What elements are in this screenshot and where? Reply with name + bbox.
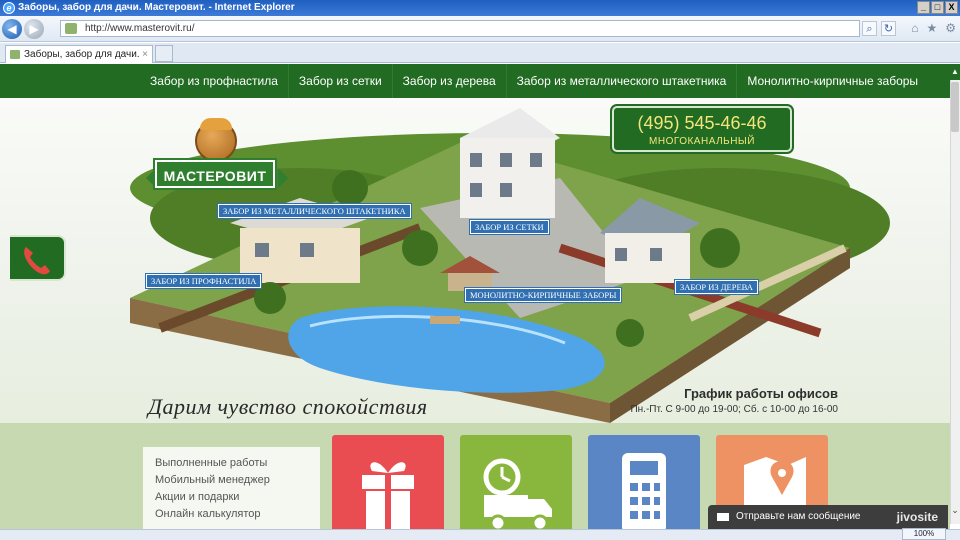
window-titlebar: e Заборы, забор для дачи. Мастеровит. - … (0, 0, 960, 16)
side-menu-item-calculator[interactable]: Онлайн калькулятор (155, 506, 320, 523)
scroll-down-chevron-icon[interactable]: ⌄ (950, 505, 960, 521)
delivery-truck-icon (483, 458, 552, 532)
address-tools: ⌕ ↻ (862, 21, 896, 36)
tag-metal-fence[interactable]: ЗАБОР ИЗ МЕТАЛЛИЧЕСКОГО ШТАКЕТНИКА (218, 204, 411, 218)
side-menu-item-works[interactable]: Выполненные работы (155, 455, 320, 472)
tag-profnastil-fence[interactable]: ЗАБОР ИЗ ПРОФНАСТИЛА (146, 274, 262, 288)
tile-delivery[interactable] (460, 435, 572, 540)
tree (332, 170, 368, 206)
tab-active[interactable]: Заборы, забор для дачи. М... × (5, 45, 153, 77)
tag-brick-fence[interactable]: МОНОЛИТНО-КИРПИЧНЫЕ ЗАБОРЫ (465, 288, 622, 302)
tree (700, 228, 740, 268)
tile-promotions[interactable] (332, 435, 444, 540)
phone-banner[interactable]: (495) 545-46-46 МНОГОКАНАЛЬНЫЙ (612, 106, 792, 152)
settings-gear-icon[interactable]: ⚙ (945, 21, 956, 35)
tag-wood-fence[interactable]: ЗАБОР ИЗ ДЕРЕВА (675, 280, 758, 294)
maximize-button[interactable]: □ (931, 1, 944, 14)
phone-handset-icon (24, 247, 50, 275)
favorites-star-icon[interactable]: ★ (926, 21, 937, 35)
tab-close-icon[interactable]: × (142, 46, 148, 63)
status-bar (0, 529, 960, 540)
tab-favicon-icon (10, 50, 20, 59)
tab-bar: Заборы, забор для дачи. М... × (0, 43, 960, 77)
site-logo[interactable]: МАСТЕРОВИТ (155, 160, 275, 188)
nav-link-profnastil[interactable]: Забор из профнастила (140, 64, 289, 98)
window-controls: _ □ X (917, 1, 958, 14)
nav-link-metal[interactable]: Забор из металлического штакетника (507, 64, 738, 98)
side-menu-item-mobile-manager[interactable]: Мобильный менеджер (155, 472, 320, 489)
scroll-thumb[interactable] (951, 82, 959, 132)
minimize-button[interactable]: _ (917, 1, 930, 14)
office-hours-title: График работы офисов (684, 386, 838, 401)
nav-link-brick[interactable]: Монолитно-кирпичные заборы (737, 64, 928, 98)
nav-link-wood[interactable]: Забор из дерева (393, 64, 507, 98)
chat-brand: jivosite (896, 510, 938, 524)
address-url: http://www.masterovit.ru/ (85, 23, 195, 34)
site-main-nav: Забор из профнастила Забор из сетки Забо… (0, 64, 950, 98)
mascot-cap (200, 118, 232, 130)
side-menu-item-promotions[interactable]: Акции и подарки (155, 489, 320, 506)
tile-calculator[interactable] (588, 435, 700, 540)
tree (616, 319, 644, 347)
chat-widget-bar[interactable]: Отправьте нам сообщение jivosite (708, 505, 948, 529)
scroll-up-chevron-icon[interactable]: ▲ (950, 64, 960, 80)
refresh-icon[interactable]: ↻ (881, 21, 896, 36)
house-center (460, 108, 560, 218)
chat-label: Отправьте нам сообщение (736, 511, 861, 522)
mail-icon (717, 513, 729, 521)
browser-toolbar-icons: ⌂ ★ ⚙ (911, 21, 956, 35)
slogan: Дарим чувство спокойствия (148, 394, 428, 419)
home-icon[interactable]: ⌂ (911, 21, 918, 35)
nav-link-mesh[interactable]: Забор из сетки (289, 64, 393, 98)
village-illustration (130, 108, 890, 423)
forward-button[interactable]: ▶ (24, 19, 44, 39)
window-title: Заборы, забор для дачи. Мастеровит. - In… (18, 2, 295, 13)
new-tab-button[interactable] (155, 45, 173, 62)
internet-explorer-icon: e (3, 2, 15, 14)
phone-number: (495) 545-46-46 (637, 113, 767, 133)
zoom-control[interactable]: 100% (902, 528, 946, 540)
address-bar[interactable]: http://www.masterovit.ru/ (60, 20, 860, 37)
tag-mesh-fence[interactable]: ЗАБОР ИЗ СЕТКИ (470, 220, 549, 234)
search-icon[interactable]: ⌕ (862, 21, 877, 36)
back-button[interactable]: ◀ (2, 19, 22, 39)
site-favicon-icon (65, 23, 77, 34)
side-menu: Выполненные работы Мобильный менеджер Ак… (143, 447, 320, 540)
hero-illustration: (495) 545-46-46 МНОГОКАНАЛЬНЫЙ МАСТЕРОВИ… (0, 98, 950, 423)
logo-ribbon-right (278, 168, 288, 188)
call-button[interactable] (10, 235, 66, 281)
phone-subtitle: МНОГОКАНАЛЬНЫЙ (649, 136, 755, 147)
calculator-icon (622, 453, 666, 533)
browser-navbar: ◀ ▶ http://www.masterovit.ru/ ⌕ ↻ ⌂ ★ ⚙ (0, 16, 960, 42)
page-scrollbar[interactable] (950, 64, 960, 524)
tree (402, 230, 438, 266)
office-hours-text: Пн.-Пт. С 9-00 до 19-00; Сб. с 10-00 до … (630, 404, 838, 415)
gift-icon (362, 462, 414, 531)
pier (430, 316, 460, 324)
close-button[interactable]: X (945, 1, 958, 14)
